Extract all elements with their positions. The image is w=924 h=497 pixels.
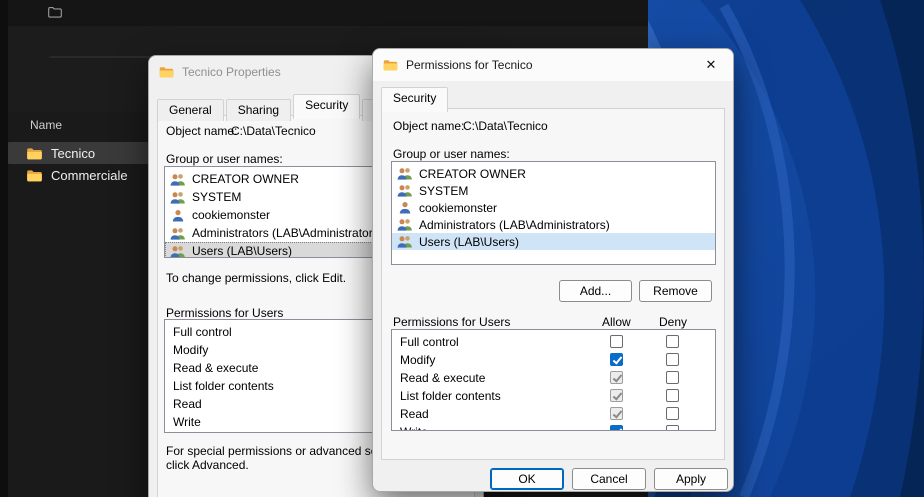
tab[interactable]: Security <box>293 94 360 119</box>
allow-checkbox[interactable] <box>610 371 623 384</box>
user-group-icon <box>170 227 187 240</box>
object-name-label: Object name: <box>166 124 237 138</box>
user-group-icon <box>397 201 414 214</box>
permission-row: Read <box>392 405 715 423</box>
column-header-name[interactable]: Name <box>30 118 62 132</box>
allow-column-header: Allow <box>602 315 631 329</box>
dialog-folder-icon <box>383 59 398 71</box>
permission-name-label: Modify <box>173 343 208 357</box>
permissions-dialog: Permissions for Tecnico ✕ Security Objec… <box>372 48 734 492</box>
permission-name-label: Read & execute <box>400 371 485 385</box>
explorer-tab-strip <box>0 0 648 26</box>
folder-icon <box>26 169 43 182</box>
user-group-icon <box>397 218 414 231</box>
desktop: › This PC › Local Disk (C:) › <box>0 0 924 497</box>
user-group-icon <box>170 209 187 222</box>
deny-checkbox[interactable] <box>666 407 679 420</box>
window-left-edge <box>0 0 8 497</box>
tab-label: General <box>169 103 212 117</box>
tab-label: Sharing <box>238 103 279 117</box>
close-icon[interactable]: ✕ <box>689 49 733 81</box>
deny-checkbox[interactable] <box>666 335 679 348</box>
allow-checkbox[interactable] <box>610 353 623 366</box>
permissions-listbox[interactable]: Full control Modify Read & execute <box>391 329 716 431</box>
group-list-label: Group or user names: <box>393 147 510 161</box>
group-list-item[interactable]: Administrators (LAB\Administrators) <box>392 216 715 233</box>
tab[interactable]: General <box>157 99 224 121</box>
dialog-title: Tecnico Properties <box>182 65 281 79</box>
user-group-icon <box>397 184 414 197</box>
permission-name-label: Write <box>400 425 428 431</box>
permission-row: List folder contents <box>392 387 715 405</box>
folder-name-label: Commerciale <box>51 168 128 183</box>
permissions-for-users-label: Permissions for Users <box>393 315 510 329</box>
permission-name-label: Read <box>173 397 202 411</box>
dialog-folder-icon <box>159 66 174 78</box>
allow-checkbox[interactable] <box>610 425 623 431</box>
permissions-for-users-label: Permissions for Users <box>166 306 283 320</box>
group-name-label: CREATOR OWNER <box>419 167 526 181</box>
object-name-value: C:\Data\Tecnico <box>463 119 548 133</box>
permission-name-label: Full control <box>173 325 232 339</box>
group-name-label: SYSTEM <box>419 184 468 198</box>
permission-row: Modify <box>392 351 715 369</box>
allow-checkbox[interactable] <box>610 407 623 420</box>
group-user-listbox[interactable]: CREATOR OWNER <box>391 161 716 265</box>
group-name-label: cookiemonster <box>192 208 270 222</box>
group-list-item[interactable]: cookiemonster <box>392 199 715 216</box>
permission-name-label: Read & execute <box>173 361 258 375</box>
advanced-hint-line2: click Advanced. <box>166 458 249 472</box>
tab-label: Security <box>393 91 436 105</box>
ok-button[interactable]: OK <box>490 468 564 490</box>
permissions-dialog-titlebar[interactable]: Permissions for Tecnico ✕ <box>373 49 733 81</box>
object-name-label: Object name: <box>393 119 464 133</box>
permission-name-label: Full control <box>400 335 459 349</box>
permission-name-label: Modify <box>400 353 435 367</box>
dialog-title: Permissions for Tecnico <box>406 58 533 72</box>
folder-name-label: Tecnico <box>51 146 95 161</box>
permission-row: Full control <box>392 333 715 351</box>
group-name-label: CREATOR OWNER <box>192 172 299 186</box>
cancel-button[interactable]: Cancel <box>572 468 646 490</box>
group-list-label: Group or user names: <box>166 152 283 166</box>
group-name-label: SYSTEM <box>192 190 241 204</box>
group-name-label: Administrators (LAB\Administrators) <box>419 218 610 232</box>
permission-name-label: Write <box>173 415 201 429</box>
user-group-icon <box>170 173 187 186</box>
group-name-label: Users (LAB\Users) <box>192 244 292 258</box>
add-button[interactable]: Add... <box>559 280 632 302</box>
object-name-value: C:\Data\Tecnico <box>231 124 316 138</box>
group-list-item[interactable]: SYSTEM <box>392 182 715 199</box>
deny-checkbox[interactable] <box>666 353 679 366</box>
permission-row: Write <box>392 423 715 431</box>
group-name-label: Administrators (LAB\Administrators) <box>192 226 383 240</box>
user-group-icon <box>397 167 414 180</box>
permission-row: Read & execute <box>392 369 715 387</box>
apply-button[interactable]: Apply <box>654 468 728 490</box>
tab[interactable]: Sharing <box>226 99 291 121</box>
user-group-icon <box>397 235 414 248</box>
group-name-label: Users (LAB\Users) <box>419 235 519 249</box>
allow-checkbox[interactable] <box>610 389 623 402</box>
user-group-icon <box>170 191 187 204</box>
permission-name-label: Read <box>400 407 429 421</box>
folder-icon <box>26 147 43 160</box>
deny-checkbox[interactable] <box>666 389 679 402</box>
group-list-item[interactable]: Users (LAB\Users) <box>392 233 715 250</box>
user-group-icon <box>170 245 187 258</box>
tab-label: Security <box>305 98 348 112</box>
deny-checkbox[interactable] <box>666 425 679 431</box>
remove-button[interactable]: Remove <box>639 280 712 302</box>
group-name-label: cookiemonster <box>419 201 497 215</box>
permission-name-label: List folder contents <box>173 379 274 393</box>
deny-checkbox[interactable] <box>666 371 679 384</box>
allow-checkbox[interactable] <box>610 335 623 348</box>
permissions-tabs: Security <box>381 87 450 112</box>
deny-column-header: Deny <box>659 315 687 329</box>
edit-hint-text: To change permissions, click Edit. <box>166 271 346 285</box>
tab-security[interactable]: Security <box>381 87 448 112</box>
group-list-item[interactable]: CREATOR OWNER <box>392 165 715 182</box>
explorer-tab-folder-icon[interactable] <box>48 6 62 18</box>
permission-name-label: List folder contents <box>400 389 501 403</box>
